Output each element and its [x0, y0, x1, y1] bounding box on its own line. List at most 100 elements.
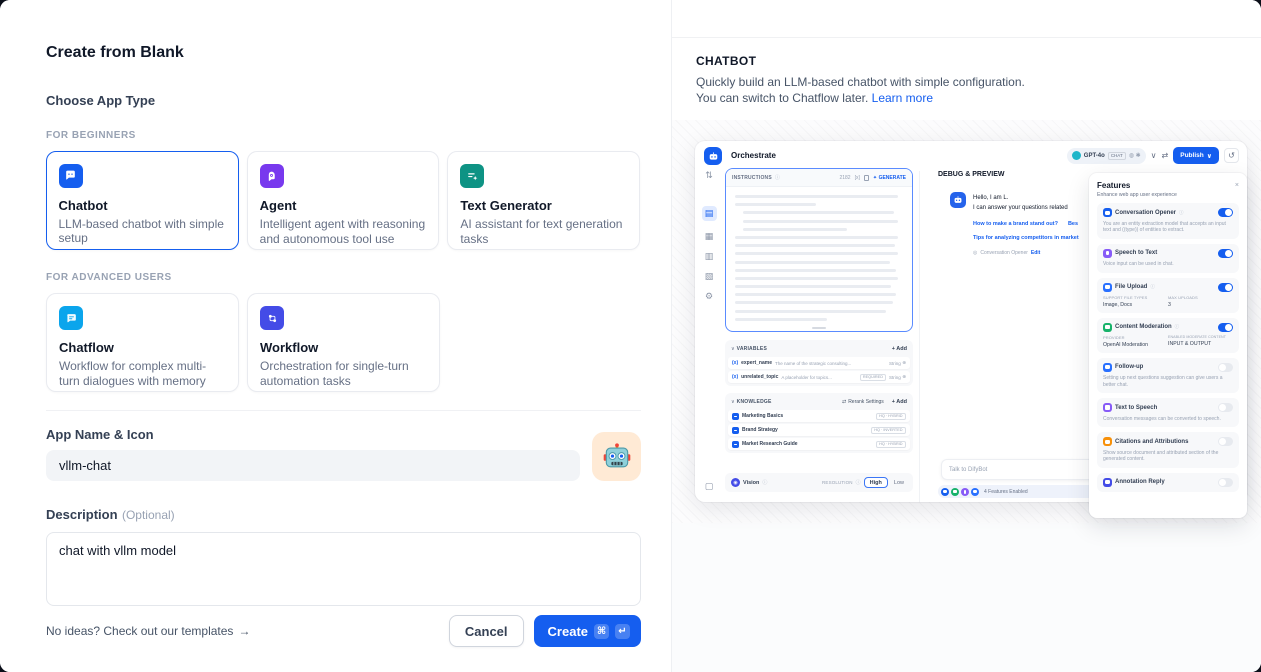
dialog-footer: No ideas? Check out our templates → Canc…: [46, 615, 641, 647]
app-type-card-agent[interactable]: Agent Intelligent agent with reasoning a…: [247, 151, 440, 250]
instructions-panel: INSTRUCTIONS ⓘ 2182 [x] ✦ GENERATE: [725, 168, 913, 332]
preview-app-title: Orchestrate: [731, 151, 776, 160]
knowledge-row: Marketing Basics HQ · HYBRID: [728, 410, 910, 422]
app-type-title: Text Generator: [460, 198, 627, 213]
resolution-low-button: Low: [891, 478, 907, 487]
right-panel-top-strip: [672, 0, 1261, 38]
variable-row: (x) unrelated_topic A placeholder for to…: [728, 371, 910, 383]
note-nav-icon: ▥: [705, 252, 714, 261]
app-type-desc: AI assistant for text generation tasks: [460, 217, 627, 246]
learn-more-link[interactable]: Learn more: [872, 91, 933, 105]
preview-heading: CHATBOT: [696, 54, 1237, 68]
app-type-desc: Orchestration for single-turn automation…: [260, 359, 427, 388]
required-badge: REQUIRED: [860, 374, 886, 381]
model-selector: GPT-4o CHAT ◍ ✱: [1067, 148, 1146, 164]
app-type-card-chatflow[interactable]: Chatflow Workflow for complex multi-turn…: [46, 293, 239, 392]
feature-file-upload: File Upload ⓘ SUPPORT FILE TYPES Image, …: [1097, 278, 1239, 313]
app-type-card-chatbot[interactable]: Chatbot LLM-based chatbot with simple se…: [46, 151, 239, 250]
knowledge-row: Market Research Guide HQ · HYBRID: [728, 438, 910, 450]
app-icon-picker[interactable]: [592, 432, 641, 481]
model-mode-badge: CHAT: [1108, 152, 1126, 160]
collapse-panel-icon: ▢: [705, 481, 714, 492]
app-type-title: Chatbot: [59, 198, 227, 213]
doc-nav-icon: ▧: [705, 272, 714, 281]
history-icon: ↺: [1224, 148, 1239, 163]
preview-app-icon: [704, 147, 722, 165]
rerank-settings-button: ⇄ Rerank Settings: [842, 399, 884, 405]
feature-follow-up: Follow-up Setting up next questions sugg…: [1097, 358, 1239, 394]
feature-content-moderation: Content Moderation ⓘ PROVIDER OpenAI Mod…: [1097, 318, 1239, 353]
quote-icon: [1103, 437, 1112, 446]
divider: [46, 410, 641, 411]
add-knowledge-button: + Add: [892, 399, 907, 405]
choose-app-type-label: Choose App Type: [46, 93, 640, 108]
info-icon: ⓘ: [775, 174, 780, 181]
info-icon: ⓘ: [1179, 210, 1184, 216]
preview-topbar: Orchestrate GPT-4o CHAT ◍ ✱ ∨ ⇄ Publish …: [695, 141, 1247, 171]
debug-preview-title: DEBUG & PREVIEW: [938, 171, 1005, 178]
chevron-down-icon: ∨: [1151, 151, 1157, 160]
variable-insert-icon: [x]: [855, 175, 860, 181]
instructions-skeleton-text: [726, 187, 912, 332]
app-name-input[interactable]: [46, 450, 580, 481]
chevron-down-icon: ∨: [1207, 152, 1212, 160]
resize-handle: [812, 327, 826, 329]
file-upload-chip-icon: [971, 488, 979, 496]
features-panel: Features × Enhance web app user experien…: [1089, 173, 1247, 518]
variable-icon: (x): [732, 360, 738, 366]
app-name-row: App Name & Icon: [46, 427, 641, 481]
enter-key-icon: ↵: [615, 624, 630, 639]
shield-icon: [1103, 323, 1112, 332]
chat-bubble-icon: [1103, 363, 1112, 372]
toggle-on: [1218, 283, 1233, 292]
app-name-label: App Name & Icon: [46, 427, 580, 442]
for-beginners-label: FOR BEGINNERS: [46, 130, 640, 141]
eye-icon: ◉: [731, 478, 740, 487]
conversation-opener-chip-icon: [941, 488, 949, 496]
text-generator-icon: [460, 164, 484, 188]
plus-circle-icon: ⊕: [902, 374, 906, 380]
description-textarea[interactable]: chat with vllm model: [46, 532, 641, 606]
toggle-off: [1218, 437, 1233, 446]
description-label-row: Description (Optional): [46, 506, 640, 524]
image-nav-icon: ▦: [705, 232, 714, 241]
variable-row: (x) expert_name The name of the strategi…: [728, 357, 910, 369]
create-button[interactable]: Create ⌘ ↵: [534, 615, 641, 647]
swap-icon: ⇅: [705, 171, 713, 180]
gear-icon: ⚙: [705, 292, 713, 301]
preview-header: CHATBOT Quickly build an LLM-based chatb…: [672, 38, 1261, 120]
cancel-button[interactable]: Cancel: [449, 615, 524, 647]
beginner-app-types: Chatbot LLM-based chatbot with simple se…: [46, 151, 640, 250]
resolution-high-button: High: [864, 477, 888, 488]
advanced-app-types: Chatflow Workflow for complex multi-turn…: [46, 293, 640, 392]
description-label: Description: [46, 507, 118, 522]
app-type-title: Agent: [260, 198, 427, 213]
rerank-icon: ⇄: [842, 399, 846, 405]
chatbot-icon: [59, 164, 83, 188]
copy-icon: [864, 175, 869, 181]
publish-button: Publish ∨: [1173, 147, 1219, 164]
preview-description: Quickly build an LLM-based chatbot with …: [696, 74, 1048, 106]
variables-panel: ∨ VARIABLES + Add (x) expert_name The na…: [725, 340, 913, 386]
close-icon: ×: [1235, 182, 1239, 189]
chevron-down-icon: ∨: [731, 399, 735, 405]
app-type-card-text-generator[interactable]: Text Generator AI assistant for text gen…: [447, 151, 640, 250]
arrow-right-icon: →: [238, 624, 250, 638]
app-type-preview-panel: CHATBOT Quickly build an LLM-based chatb…: [672, 0, 1261, 672]
feature-text-to-speech: Text to Speech Conversation messages can…: [1097, 398, 1239, 427]
orchestrate-nav-icon: ▤: [702, 206, 717, 221]
templates-link[interactable]: No ideas? Check out our templates →: [46, 624, 250, 638]
app-type-card-workflow[interactable]: Workflow Orchestration for single-turn a…: [247, 293, 440, 392]
sparkle-icon: ✦: [873, 175, 877, 181]
suggested-question: Tips for analyzing competitors in market: [973, 235, 1091, 241]
feature-speech-to-text: Speech to Text Voice input can be used i…: [1097, 244, 1239, 273]
retrieval-badge: HQ · INVERTED: [871, 427, 906, 434]
chatflow-icon: [59, 306, 83, 330]
document-icon: [732, 413, 739, 420]
description-optional-label: (Optional): [122, 508, 175, 522]
microphone-icon: [1103, 249, 1112, 258]
info-icon: ⓘ: [856, 479, 861, 486]
generate-button: ✦ GENERATE: [873, 175, 906, 181]
params-icon: ⇄: [1162, 151, 1169, 160]
document-icon: [732, 427, 739, 434]
